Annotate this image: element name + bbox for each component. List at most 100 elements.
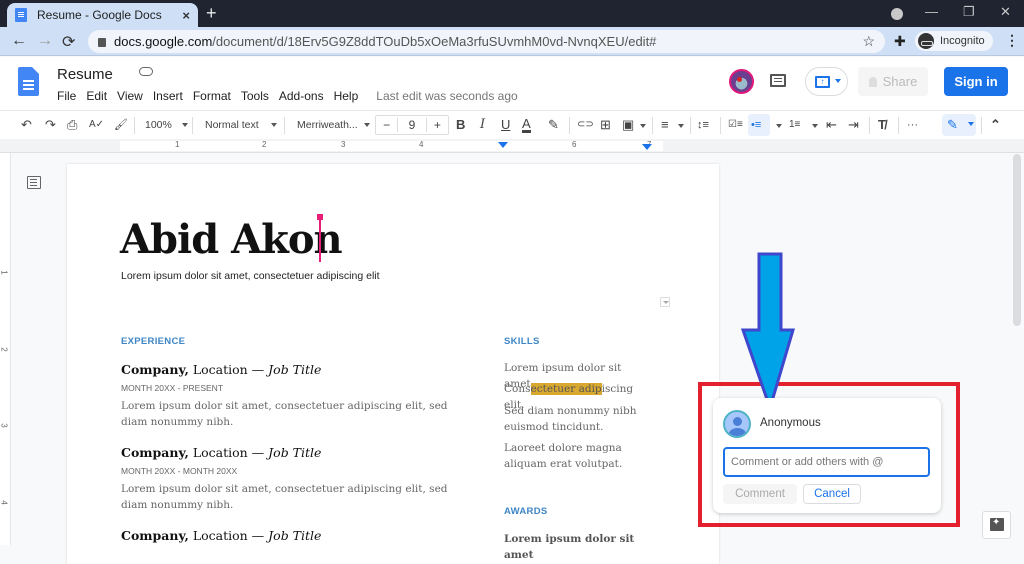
menu-view[interactable]: View (117, 89, 143, 103)
horizontal-ruler[interactable]: 1 2 3 4 6 7 (0, 139, 1024, 153)
docs-header: Resume File Edit View Insert Format Tool… (0, 57, 1024, 111)
new-tab-button[interactable]: + (206, 3, 217, 24)
menu-help[interactable]: Help (334, 89, 359, 103)
profile-dropdown-icon[interactable] (891, 8, 903, 20)
user-avatar[interactable] (729, 69, 754, 94)
browser-menu-icon[interactable]: ⋮ (1005, 32, 1019, 49)
align-icon[interactable]: ≡ (661, 117, 669, 133)
menu-tools[interactable]: Tools (241, 89, 269, 103)
bulleted-list-button[interactable]: •≡ (748, 114, 770, 136)
editing-mode-button[interactable]: ✎ (942, 114, 976, 136)
collapse-toolbar-icon[interactable]: ⌃ (990, 117, 1001, 133)
redo-icon[interactable]: ↷ (45, 117, 56, 133)
ruler-text-area (120, 141, 663, 151)
increase-indent-icon[interactable]: ⇥ (848, 117, 859, 133)
decrease-indent-icon[interactable]: ⇤ (826, 117, 837, 133)
skill-item: Laoreet dolore magna aliquam erat volutp… (504, 442, 623, 470)
ruler-number: 3 (0, 423, 9, 428)
highlight-color-button[interactable]: ✎ (548, 117, 559, 133)
vertical-scrollbar[interactable] (1013, 154, 1021, 326)
bookmark-star-icon[interactable]: ☆ (862, 33, 875, 50)
line-spacing-icon[interactable]: ↕≡ (697, 117, 709, 133)
browser-tab[interactable]: Resume - Google Docs × (7, 3, 198, 27)
menu-edit[interactable]: Edit (86, 89, 107, 103)
menu-add-ons[interactable]: Add-ons (279, 89, 324, 103)
section-dropdown-icon[interactable] (660, 297, 670, 307)
address-bar[interactable]: docs.google.com/document/d/18Erv5G9Z8ddT… (88, 30, 885, 53)
chevron-down-icon[interactable] (812, 124, 818, 128)
font-select[interactable]: Merriweath... (297, 119, 370, 131)
clear-formatting-icon[interactable]: T̸ (878, 117, 886, 133)
comment-author: Anonymous (760, 417, 821, 429)
resume-name[interactable]: Abid Akon (120, 216, 343, 263)
document-outline-icon[interactable] (27, 176, 41, 189)
browser-tab-strip: Resume - Google Docs × + — ❐ ✕ (0, 0, 1024, 27)
cancel-comment-button[interactable]: Cancel (803, 484, 861, 504)
minimize-button[interactable]: — (925, 4, 938, 19)
paint-format-icon[interactable]: 🖌 (114, 117, 128, 133)
zoom-value: 100% (145, 119, 172, 131)
pencil-icon: ✎ (947, 117, 958, 132)
document-title[interactable]: Resume (57, 66, 113, 83)
undo-icon[interactable]: ↶ (21, 117, 32, 133)
submit-comment-button[interactable]: Comment (723, 484, 797, 504)
menu-bar: File Edit View Insert Format Tools Add-o… (57, 89, 528, 103)
numbered-list-icon[interactable]: 1≡ (789, 117, 800, 133)
forward-button[interactable]: → (37, 32, 53, 50)
increase-font-size-button[interactable]: + (427, 118, 448, 132)
chevron-down-icon[interactable] (678, 124, 684, 128)
explore-icon[interactable] (982, 511, 1011, 539)
close-window-button[interactable]: ✕ (1000, 4, 1011, 20)
job-location: Location — (188, 528, 269, 543)
bold-button[interactable]: B (456, 117, 465, 133)
insert-image-icon[interactable]: ▣ (622, 117, 634, 133)
text-color-button[interactable]: A (522, 117, 531, 133)
sign-in-button[interactable]: Sign in (944, 67, 1008, 96)
toolbar-divider (720, 117, 721, 134)
zoom-select[interactable]: 100% (145, 119, 188, 131)
highlighted-text[interactable]: ectetuer adip (530, 383, 602, 395)
font-value: Merriweath... (297, 119, 358, 131)
present-icon: ↑ (815, 76, 830, 88)
reload-button[interactable]: ⟳ (62, 32, 75, 52)
docs-logo-icon[interactable] (18, 67, 39, 96)
resume-subtitle[interactable]: Lorem ipsum dolor sit amet, consectetuer… (121, 270, 380, 282)
decrease-font-size-button[interactable]: − (376, 118, 397, 132)
right-indent-marker[interactable] (642, 144, 652, 150)
back-button[interactable]: ← (11, 32, 27, 50)
share-button[interactable]: Share (858, 67, 928, 96)
extensions-puzzle-icon[interactable]: ✚ (894, 33, 906, 50)
company-name: Company, (121, 445, 189, 460)
cloud-saved-icon[interactable] (139, 67, 153, 76)
menu-format[interactable]: Format (193, 89, 231, 103)
italic-button[interactable]: I (480, 117, 485, 133)
indent-marker[interactable] (498, 142, 508, 148)
comment-history-icon[interactable] (770, 74, 786, 87)
menu-file[interactable]: File (57, 89, 76, 103)
present-button[interactable]: ↑ (805, 67, 848, 96)
comment-input[interactable] (723, 447, 930, 477)
ruler-number: 4 (0, 500, 9, 505)
anonymous-avatar-icon (723, 410, 751, 438)
print-icon[interactable]: ⎙ (67, 117, 77, 133)
menu-insert[interactable]: Insert (153, 89, 183, 103)
add-comment-icon[interactable]: ⊞ (600, 117, 611, 133)
chevron-down-icon[interactable] (776, 124, 782, 128)
browser-toolbar: ← → ⟳ docs.google.com/document/d/18Erv5G… (0, 27, 1024, 56)
vertical-ruler[interactable]: 1 2 3 4 (0, 153, 11, 545)
font-size-input[interactable]: 9 (397, 118, 427, 132)
chevron-down-icon[interactable] (640, 124, 646, 128)
insert-link-icon[interactable]: ⊂⊃ (577, 117, 594, 133)
last-edit-status[interactable]: Last edit was seconds ago (376, 89, 517, 103)
checklist-icon[interactable]: ☑≡ (728, 117, 743, 133)
spellcheck-icon[interactable]: A✓ (89, 117, 104, 133)
job-heading: Company, Location — Job Title (121, 528, 321, 543)
more-options-icon[interactable]: ··· (907, 117, 918, 133)
awards-heading: AWARDS (504, 506, 548, 517)
paragraph-style-select[interactable]: Normal text (205, 119, 277, 131)
underline-button[interactable]: U (501, 117, 510, 133)
close-tab-icon[interactable]: × (182, 8, 190, 23)
restore-button[interactable]: ❐ (963, 4, 975, 20)
incognito-indicator[interactable]: Incognito (915, 31, 993, 51)
document-page[interactable]: Abid Akon Lorem ipsum dolor sit amet, co… (67, 164, 719, 564)
